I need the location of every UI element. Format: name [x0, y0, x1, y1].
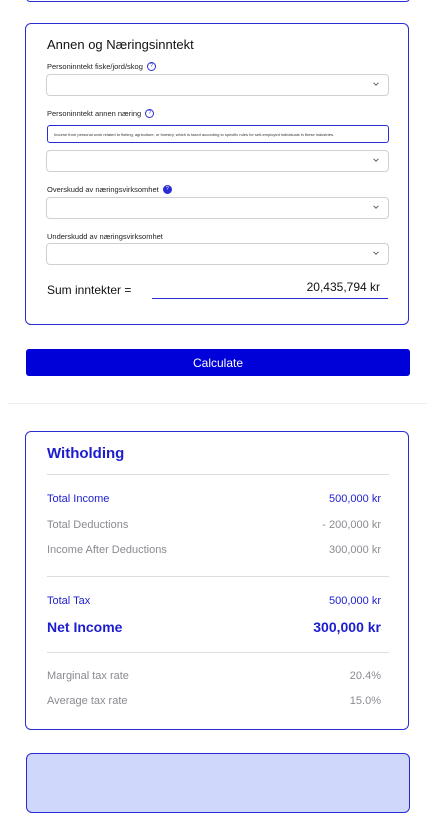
row-label: Average tax rate — [47, 695, 128, 707]
field-label-text: Personinntekt annen næring — [47, 109, 142, 118]
chevron-down-icon — [373, 251, 379, 255]
row-label: Total Tax — [47, 595, 91, 607]
field-label-annen-naering: Personinntekt annen næring ? — [47, 109, 155, 118]
calculate-button[interactable]: Calculate — [26, 349, 410, 376]
sum-label: Sum inntekter = — [47, 283, 132, 297]
field-label-fiske: Personinntekt fiske/jord/skog ? — [47, 62, 156, 71]
row-total-income: Total Income 500,000 kr — [47, 493, 381, 505]
field-label-underskudd: Underskudd av næringsvirksomhet — [47, 232, 163, 241]
chevron-down-icon — [373, 205, 379, 209]
sum-value-field[interactable]: 20,435,794 kr — [152, 280, 388, 299]
row-total-tax: Total Tax 500,000 kr — [47, 595, 381, 607]
withholding-card: Witholding Total Income 500,000 kr Total… — [25, 431, 409, 730]
row-label: Total Deductions — [47, 519, 129, 531]
help-tooltip: Income from personal work related to fis… — [47, 125, 389, 143]
previous-card-edge — [26, 0, 410, 2]
field-label-text: Personinntekt fiske/jord/skog — [47, 62, 143, 71]
row-value: 500,000 kr — [329, 595, 381, 607]
help-icon[interactable]: ? — [145, 109, 155, 118]
select-overskudd[interactable] — [46, 197, 389, 219]
select-annen-naering[interactable] — [46, 150, 389, 172]
row-total-deductions: Total Deductions - 200,000 kr — [47, 519, 381, 531]
row-label: Net Income — [47, 619, 123, 635]
divider — [8, 403, 427, 404]
row-value: 300,000 kr — [313, 619, 381, 635]
select-underskudd[interactable] — [46, 243, 389, 265]
row-label: Income After Deductions — [47, 544, 167, 556]
row-label: Total Income — [47, 493, 110, 505]
help-icon[interactable]: ? — [146, 62, 156, 71]
row-label: Marginal tax rate — [47, 670, 129, 682]
row-value: 500,000 kr — [329, 493, 381, 505]
field-label-text: Underskudd av næringsvirksomhet — [47, 232, 163, 241]
row-value: - 200,000 kr — [322, 519, 381, 531]
withholding-title: Witholding — [47, 445, 125, 462]
section-title: Annen og Næringsinntekt — [47, 37, 194, 52]
next-card — [26, 753, 410, 813]
row-marginal-tax-rate: Marginal tax rate 20.4% — [47, 670, 381, 682]
row-income-after-deductions: Income After Deductions 300,000 kr — [47, 544, 381, 556]
divider — [47, 474, 389, 475]
row-average-tax-rate: Average tax rate 15.0% — [47, 695, 381, 707]
divider — [47, 652, 389, 653]
row-net-income: Net Income 300,000 kr — [47, 619, 381, 635]
row-value: 20.4% — [349, 670, 381, 682]
chevron-down-icon — [373, 158, 379, 162]
row-value: 15.0% — [349, 695, 381, 707]
row-value: 300,000 kr — [329, 544, 381, 556]
chevron-down-icon — [373, 82, 379, 86]
field-label-text: Overskudd av næringsvirksomhet — [47, 185, 159, 194]
select-fiske[interactable] — [46, 74, 389, 96]
field-label-overskudd: Overskudd av næringsvirksomhet ? — [47, 185, 172, 194]
help-icon[interactable]: ? — [162, 185, 172, 194]
income-card: Annen og Næringsinntekt Personinntekt fi… — [25, 23, 409, 325]
divider — [47, 576, 389, 577]
